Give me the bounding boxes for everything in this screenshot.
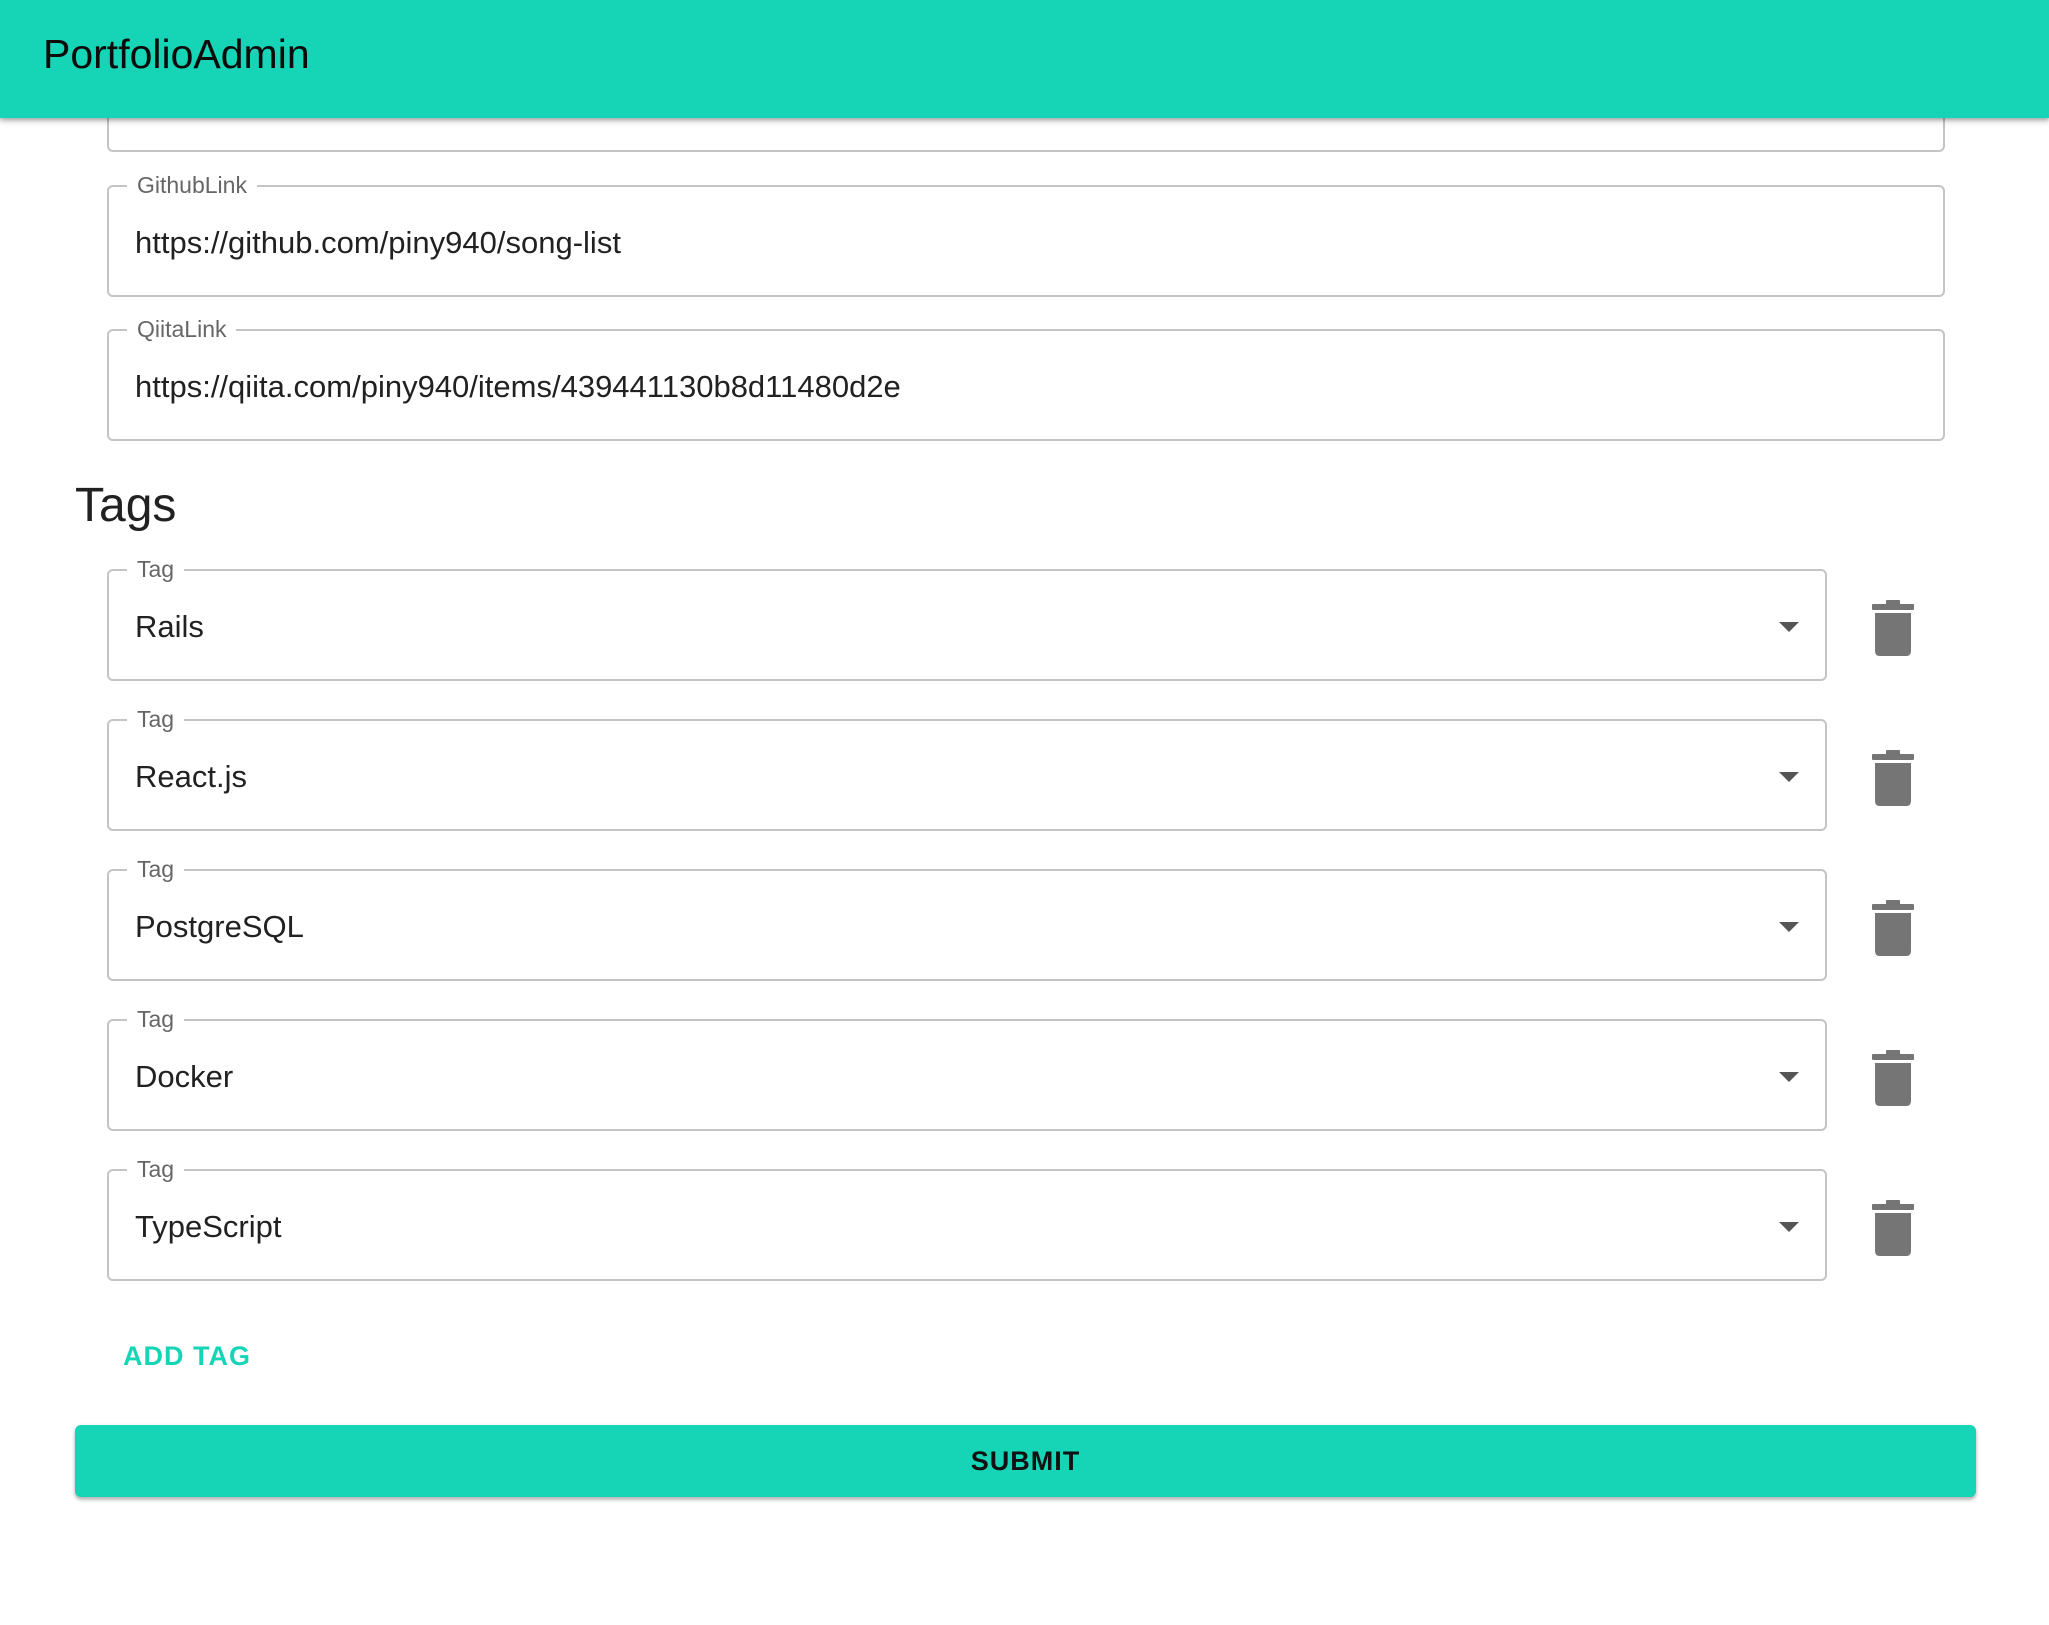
trash-icon[interactable] <box>1872 1050 1914 1106</box>
tag-select-label: Tag <box>127 1155 185 1183</box>
tag-select-label: Tag <box>127 705 185 733</box>
tag-select-label: Tag <box>127 1005 185 1033</box>
add-tag-button[interactable]: ADD TAG <box>110 1334 264 1378</box>
tags-section-title: Tags <box>75 479 177 532</box>
tag-select-value: PostgreSQL <box>135 909 304 944</box>
tag-select-label: Tag <box>127 855 185 883</box>
tag-select-value: TypeScript <box>135 1209 282 1244</box>
tag-select-label: Tag <box>127 555 185 583</box>
dropdown-arrow-icon[interactable] <box>1779 922 1799 932</box>
tag-select[interactable]: Tag PostgreSQL <box>107 855 1827 981</box>
dropdown-arrow-icon[interactable] <box>1779 772 1799 782</box>
qiita-link-field[interactable]: QiitaLink https://qiita.com/piny940/item… <box>107 315 1945 441</box>
tag-select[interactable]: Tag React.js <box>107 705 1827 831</box>
tag-select[interactable]: Tag Docker <box>107 1005 1827 1131</box>
github-link-field[interactable]: GithubLink https://github.com/piny940/so… <box>107 171 1945 297</box>
trash-icon[interactable] <box>1872 1200 1914 1256</box>
tag-select[interactable]: Tag TypeScript <box>107 1155 1827 1281</box>
tag-select-value: Docker <box>135 1059 234 1094</box>
qiita-link-value: https://qiita.com/piny940/items/43944113… <box>135 369 901 404</box>
app-title: PortfolioAdmin <box>43 31 310 77</box>
trash-icon[interactable] <box>1872 750 1914 806</box>
trash-icon[interactable] <box>1872 900 1914 956</box>
dropdown-arrow-icon[interactable] <box>1779 1072 1799 1082</box>
qiita-link-label: QiitaLink <box>127 315 237 343</box>
tag-select-value: Rails <box>135 609 204 644</box>
github-link-value: https://github.com/piny940/song-list <box>135 225 621 260</box>
dropdown-arrow-icon[interactable] <box>1779 1222 1799 1232</box>
submit-button[interactable]: SUBMIT <box>75 1425 1976 1497</box>
app-bar: PortfolioAdmin <box>0 0 2049 118</box>
trash-icon[interactable] <box>1872 600 1914 656</box>
github-link-label: GithubLink <box>127 171 257 199</box>
tag-select-value: React.js <box>135 759 247 794</box>
tag-select[interactable]: Tag Rails <box>107 555 1827 681</box>
dropdown-arrow-icon[interactable] <box>1779 622 1799 632</box>
